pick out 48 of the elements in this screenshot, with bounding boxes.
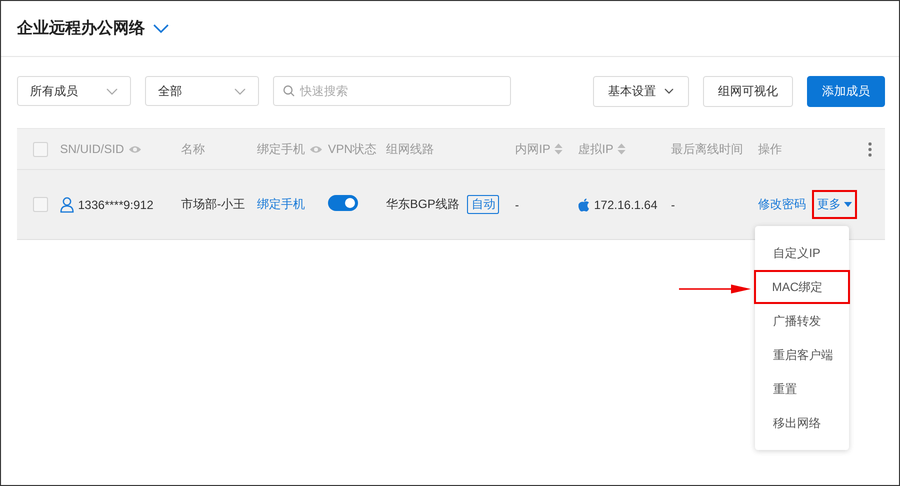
menu-item[interactable]: 移出网络	[755, 406, 849, 440]
filter-select[interactable]: 所有成员	[17, 76, 131, 106]
menu-item[interactable]: 重置	[755, 372, 849, 406]
apple-icon	[578, 198, 590, 212]
bind-phone-link[interactable]: 绑定手机	[257, 196, 328, 213]
vpn-toggle[interactable]	[328, 195, 358, 211]
table-cell-text: -	[515, 198, 520, 212]
table-cell: 1336****9:912	[78, 198, 154, 212]
column-header: 名称	[181, 140, 205, 158]
column-header: 最后离线时间	[671, 140, 743, 158]
route-tag: 自动	[467, 195, 500, 214]
toolbar-button[interactable]: 组网可视化	[703, 76, 793, 106]
menu-item[interactable]: 广播转发	[755, 304, 849, 338]
column-header: 虚拟IP	[578, 140, 614, 158]
checkbox[interactable]	[33, 197, 48, 212]
add-member-button[interactable]: 添加成员	[807, 76, 885, 106]
menu-item[interactable]: MAC绑定	[754, 270, 850, 304]
search-field[interactable]: 快速搜索	[273, 76, 511, 106]
table-cell: 172.16.1.64	[594, 198, 658, 212]
table-cell-text: -	[671, 198, 676, 212]
arrow-icon	[679, 284, 751, 294]
filter-select[interactable]: 全部	[145, 76, 259, 106]
change-password-link[interactable]: 修改密码	[758, 196, 806, 213]
more-options-icon[interactable]	[868, 142, 872, 156]
sort-icon[interactable]	[617, 143, 626, 155]
page-title: 企业远程办公网络	[17, 18, 145, 39]
menu-item[interactable]: 自定义IP	[755, 236, 849, 270]
column-header: 内网IP	[515, 140, 550, 158]
column-header: 操作	[758, 140, 782, 158]
column-header: SN/UID/SID	[60, 142, 124, 156]
eye-icon[interactable]	[128, 144, 142, 154]
chevron-down-icon	[234, 88, 246, 94]
caret-icon	[844, 202, 852, 207]
column-header: 组网线路	[386, 140, 434, 158]
table-cell-text: 市场部-小王	[181, 196, 246, 213]
user-icon	[60, 196, 74, 212]
chevron-down-icon	[664, 88, 674, 94]
menu-item[interactable]: 重启客户端	[755, 338, 849, 372]
chevron-down-icon[interactable]	[153, 24, 169, 34]
column-header: 绑定手机	[257, 140, 305, 158]
table-cell: 华东BGP线路	[386, 196, 460, 213]
checkbox[interactable]	[33, 142, 48, 156]
column-header: VPN状态	[328, 140, 377, 158]
more-dropdown-button[interactable]: 更多	[812, 190, 857, 219]
sort-icon[interactable]	[554, 143, 564, 155]
eye-icon[interactable]	[309, 144, 323, 154]
settings-dropdown-button[interactable]: 基本设置	[593, 76, 689, 106]
chevron-down-icon	[106, 88, 118, 94]
